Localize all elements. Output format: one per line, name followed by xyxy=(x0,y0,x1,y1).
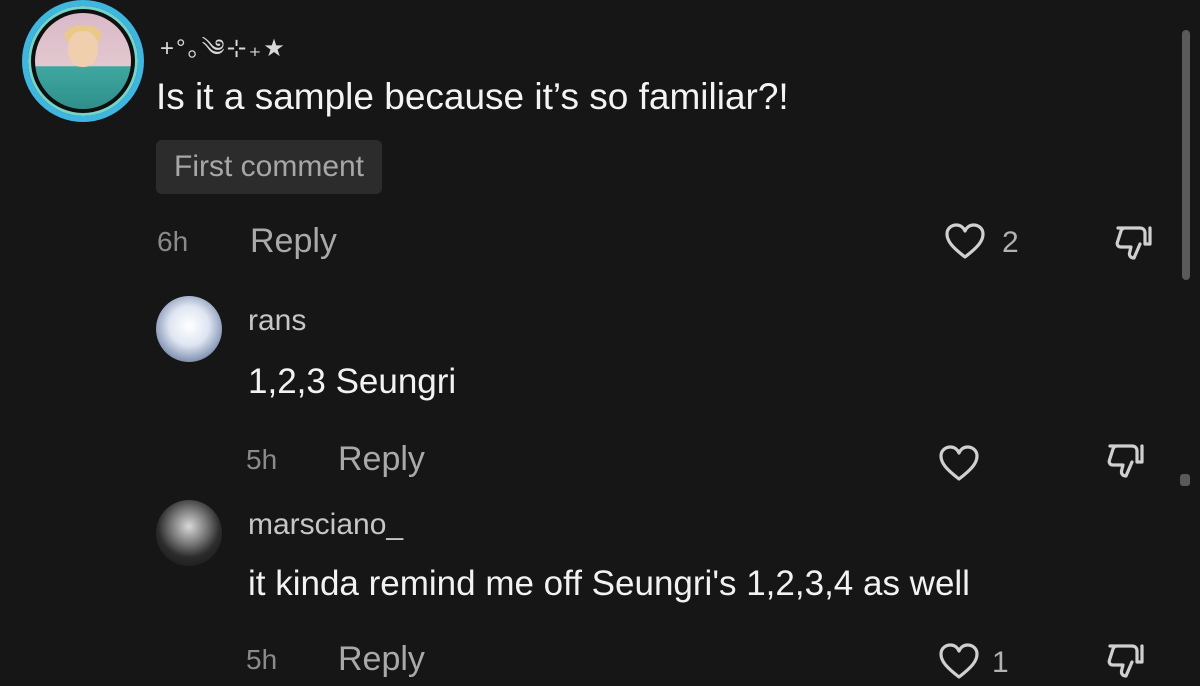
reply-text: 1,2,3 Seungri xyxy=(248,362,457,401)
main-comment-time: 6h xyxy=(157,226,189,257)
main-comment-reply-button[interactable]: Reply xyxy=(250,222,337,261)
thumbs-down-icon xyxy=(1107,644,1144,678)
reply-username[interactable]: rans xyxy=(248,304,306,338)
main-comment-text: Is it a sample because it’s so familiar?… xyxy=(156,76,789,117)
heart-icon xyxy=(945,223,985,259)
scrollbar-thumb[interactable] xyxy=(1182,30,1190,280)
main-comment-like-count: 2 xyxy=(1002,226,1019,259)
thumbs-down-icon xyxy=(1107,444,1144,478)
reply-avatar-rans[interactable] xyxy=(156,296,222,362)
reply-like-button[interactable] xyxy=(938,642,980,680)
reply-username[interactable]: marsciano_ xyxy=(248,508,403,542)
reply-time: 5h xyxy=(246,444,278,475)
reply-reply-button[interactable]: Reply xyxy=(338,440,425,479)
reply-dislike-button[interactable] xyxy=(1104,440,1146,482)
reply-like-button[interactable] xyxy=(938,444,980,482)
reply-avatar-marsciano[interactable] xyxy=(156,500,222,566)
reply-time: 5h xyxy=(246,644,278,675)
heart-icon xyxy=(939,445,979,481)
main-comment-avatar[interactable] xyxy=(22,0,144,122)
thumbs-down-icon xyxy=(1115,226,1152,260)
first-comment-badge: First comment xyxy=(156,140,383,194)
scrollbar-indicator[interactable] xyxy=(1180,474,1190,486)
reply-like-count: 1 xyxy=(992,646,1009,679)
reply-text: it kinda remind me off Seungri's 1,2,3,4… xyxy=(248,564,970,603)
main-comment-dislike-button[interactable] xyxy=(1112,222,1154,264)
reply-reply-button[interactable]: Reply xyxy=(338,640,425,679)
reply-dislike-button[interactable] xyxy=(1104,640,1146,682)
main-comment-like-button[interactable] xyxy=(944,222,986,260)
heart-icon xyxy=(939,643,979,679)
